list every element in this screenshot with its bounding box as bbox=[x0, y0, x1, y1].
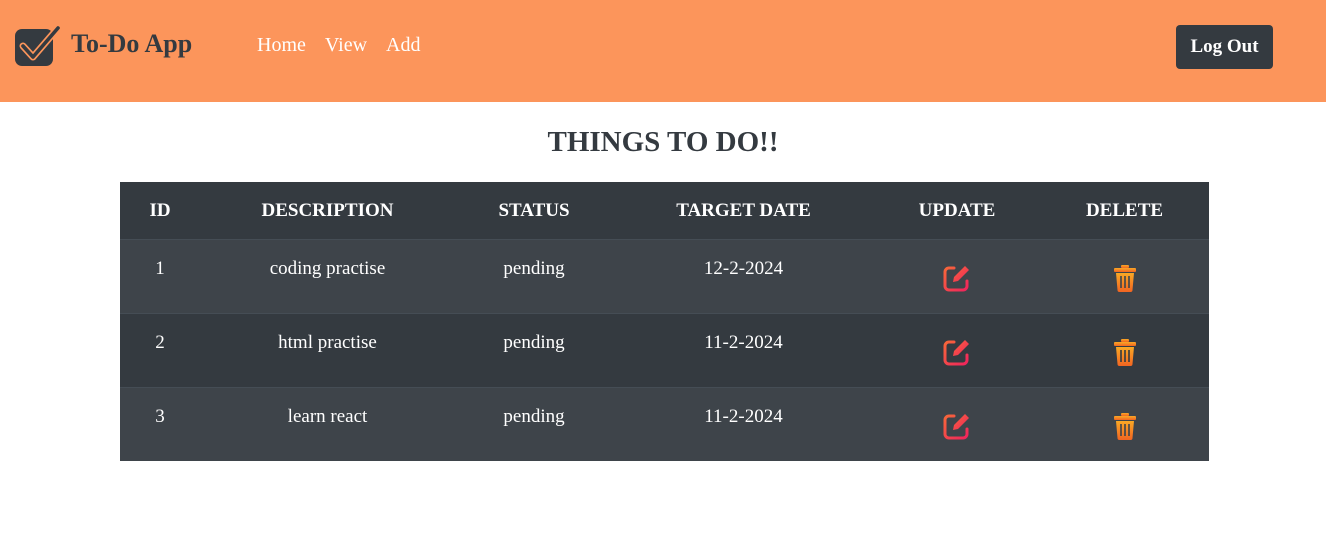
logout-button[interactable]: Log Out bbox=[1176, 25, 1273, 69]
todo-target-date: 12-2-2024 bbox=[703, 258, 784, 279]
page-title: THINGS TO DO!! bbox=[547, 126, 779, 158]
cell-update bbox=[874, 239, 1040, 314]
navbar: To-Do App Home View Add Log Out bbox=[0, 0, 1326, 102]
cell-target-date: 11-2-2024 bbox=[613, 387, 874, 461]
nav-link-home[interactable]: Home bbox=[257, 34, 306, 57]
trash-icon[interactable] bbox=[1110, 411, 1140, 441]
cell-target-date: 12-2-2024 bbox=[613, 239, 874, 314]
table-row: 2 html practise pending 11-2-2024 bbox=[120, 313, 1209, 388]
column-header-delete: DELETE bbox=[1040, 182, 1209, 240]
cell-id: 2 bbox=[120, 313, 200, 388]
edit-icon[interactable] bbox=[942, 337, 972, 367]
todo-id: 3 bbox=[155, 406, 165, 427]
trash-icon[interactable] bbox=[1110, 263, 1140, 293]
cell-status: pending bbox=[455, 313, 613, 388]
todo-target-date: 11-2-2024 bbox=[704, 332, 783, 353]
todo-description: learn react bbox=[287, 406, 368, 427]
todo-target-date: 11-2-2024 bbox=[704, 406, 783, 427]
cell-id: 1 bbox=[120, 239, 200, 314]
todo-status: pending bbox=[503, 406, 565, 427]
cell-description: html practise bbox=[200, 313, 455, 388]
todo-id: 2 bbox=[155, 332, 165, 353]
cell-delete bbox=[1040, 239, 1209, 314]
column-header-id: ID bbox=[120, 182, 200, 240]
todo-description: html practise bbox=[278, 332, 377, 353]
cell-update bbox=[874, 313, 1040, 388]
app-name: To-Do App bbox=[71, 29, 193, 58]
brand[interactable]: To-Do App bbox=[14, 26, 192, 68]
column-header-description: DESCRIPTION bbox=[200, 182, 455, 240]
column-header-update: UPDATE bbox=[874, 182, 1040, 240]
edit-icon[interactable] bbox=[942, 263, 972, 293]
cell-status: pending bbox=[455, 387, 613, 461]
cell-id: 3 bbox=[120, 387, 200, 461]
cell-target-date: 11-2-2024 bbox=[613, 313, 874, 388]
table-header-row: ID DESCRIPTION STATUS TARGET DATE UPDATE… bbox=[120, 182, 1209, 240]
column-header-status: STATUS bbox=[455, 182, 613, 240]
checkbox-check-icon bbox=[15, 26, 60, 66]
todo-status: pending bbox=[503, 258, 565, 279]
todo-table: ID DESCRIPTION STATUS TARGET DATE UPDATE… bbox=[120, 182, 1209, 461]
cell-delete bbox=[1040, 313, 1209, 388]
column-header-target-date: TARGET DATE bbox=[613, 182, 874, 240]
table-row: 1 coding practise pending 12-2-2024 bbox=[120, 239, 1209, 314]
nav-links: Home View Add bbox=[257, 34, 420, 57]
table-row: 3 learn react pending 11-2-2024 bbox=[120, 387, 1209, 461]
edit-icon[interactable] bbox=[942, 411, 972, 441]
cell-description: learn react bbox=[200, 387, 455, 461]
nav-link-view[interactable]: View bbox=[325, 34, 367, 57]
todo-status: pending bbox=[503, 332, 565, 353]
cell-description: coding practise bbox=[200, 239, 455, 314]
cell-update bbox=[874, 387, 1040, 461]
todo-id: 1 bbox=[155, 258, 165, 279]
nav-link-add[interactable]: Add bbox=[386, 34, 420, 57]
trash-icon[interactable] bbox=[1110, 337, 1140, 367]
todo-description: coding practise bbox=[269, 258, 386, 279]
cell-status: pending bbox=[455, 239, 613, 314]
cell-delete bbox=[1040, 387, 1209, 461]
